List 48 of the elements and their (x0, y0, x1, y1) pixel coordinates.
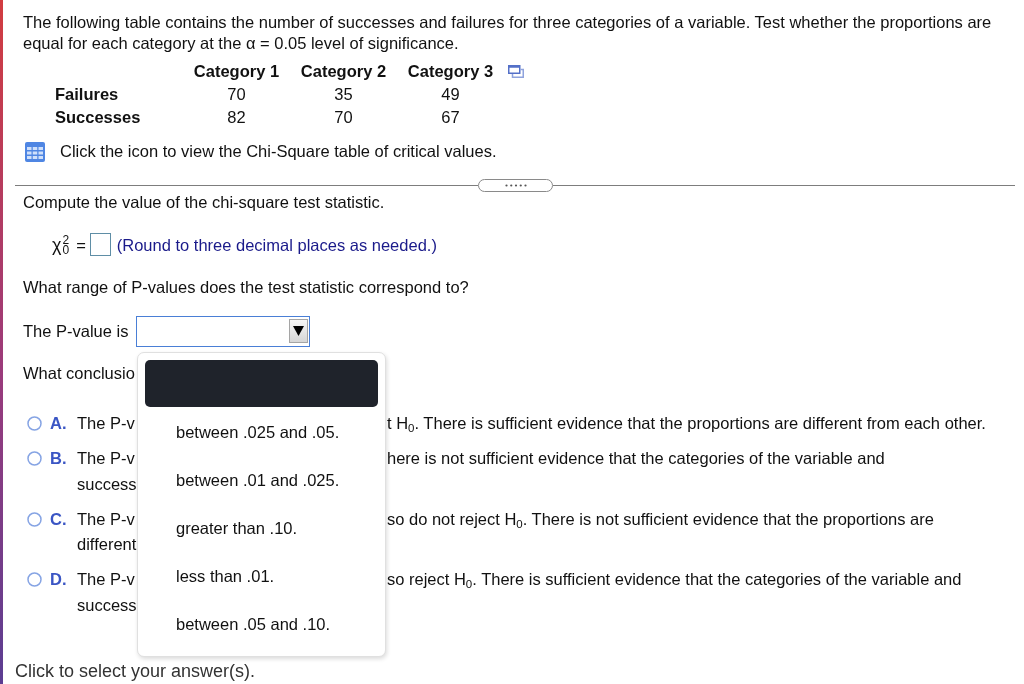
column-header: Category 3 (407, 61, 494, 82)
option-text: The P-v different (77, 508, 137, 555)
instruction-text: Click the icon to view the Chi-Square table of critical values. (60, 142, 497, 161)
hint-text: (Round to three decimal places as needed.) (116, 234, 437, 255)
column-header: Category 1 (193, 61, 280, 82)
option-text: so reject H$_{0}$. There is sufficient evidence that the categories of the variable and (387, 569, 962, 592)
table-cell-text: 70 (334, 107, 353, 128)
radio-button[interactable] (27, 451, 42, 466)
option-text: t H$_{0}$. There is sufficient evidence that the proportions are different from each other. (387, 413, 986, 436)
status-text: Click to select your answer(s). (15, 661, 256, 682)
expand-button[interactable] (478, 178, 553, 192)
menu-option[interactable]: between .05 and .10. (145, 600, 378, 649)
table-cell-text: 35 (334, 84, 353, 105)
copy-icon[interactable] (508, 65, 524, 78)
dots-icon (504, 183, 527, 187)
radio-button[interactable] (27, 511, 42, 527)
question-text: Compute the value of the chi-square test statistic. (23, 192, 385, 213)
radio-button[interactable] (27, 416, 42, 431)
question-text: What range of P-values does the test statistic correspond to? (23, 277, 469, 298)
blank-option[interactable] (145, 359, 378, 407)
caret-icon (289, 319, 308, 343)
option-text: here is not sufficient evidence that the categories of the variable and (387, 448, 885, 469)
option-text: The P-v success (77, 569, 137, 616)
option-letter: B. (50, 448, 67, 469)
p-value-label: The P-value is (23, 321, 129, 341)
table-cell-text: 70 (227, 84, 246, 105)
equals-sign: = (76, 234, 86, 255)
option-letter: C. (50, 508, 67, 530)
option-text: The P-v success (77, 448, 137, 495)
option-text: The P-v (77, 413, 135, 434)
option-letter: D. (50, 569, 67, 590)
menu-option[interactable]: between .025 and .05. (145, 408, 378, 457)
row-label: Failures (55, 84, 119, 105)
menu-option[interactable]: greater than .10. (145, 504, 378, 553)
option-text: so do not reject H$_{0}$. There is not sufficient evidence that the proportions are (387, 508, 934, 532)
radio-button[interactable] (27, 572, 42, 587)
problem-text: The following table contains the number of successes and failures for three categories of a variable. Test whether the proportions are equal for each category at the α = 0.05 level of significance. (23, 12, 993, 54)
menu-option[interactable]: between .01 and .025. (145, 456, 378, 505)
table-icon[interactable] (25, 141, 45, 162)
option-letter: A. (50, 413, 67, 434)
table-cell-text: 49 (441, 84, 460, 105)
table-cell-text: 82 (227, 107, 246, 128)
menu-option[interactable]: less than .01. (145, 552, 378, 601)
column-header: Category 2 (300, 61, 387, 82)
table-cell-text: 67 (441, 107, 460, 128)
question-text: What conclusio (23, 363, 135, 384)
answer-box[interactable] (89, 233, 111, 256)
row-label: Successes (55, 107, 141, 128)
